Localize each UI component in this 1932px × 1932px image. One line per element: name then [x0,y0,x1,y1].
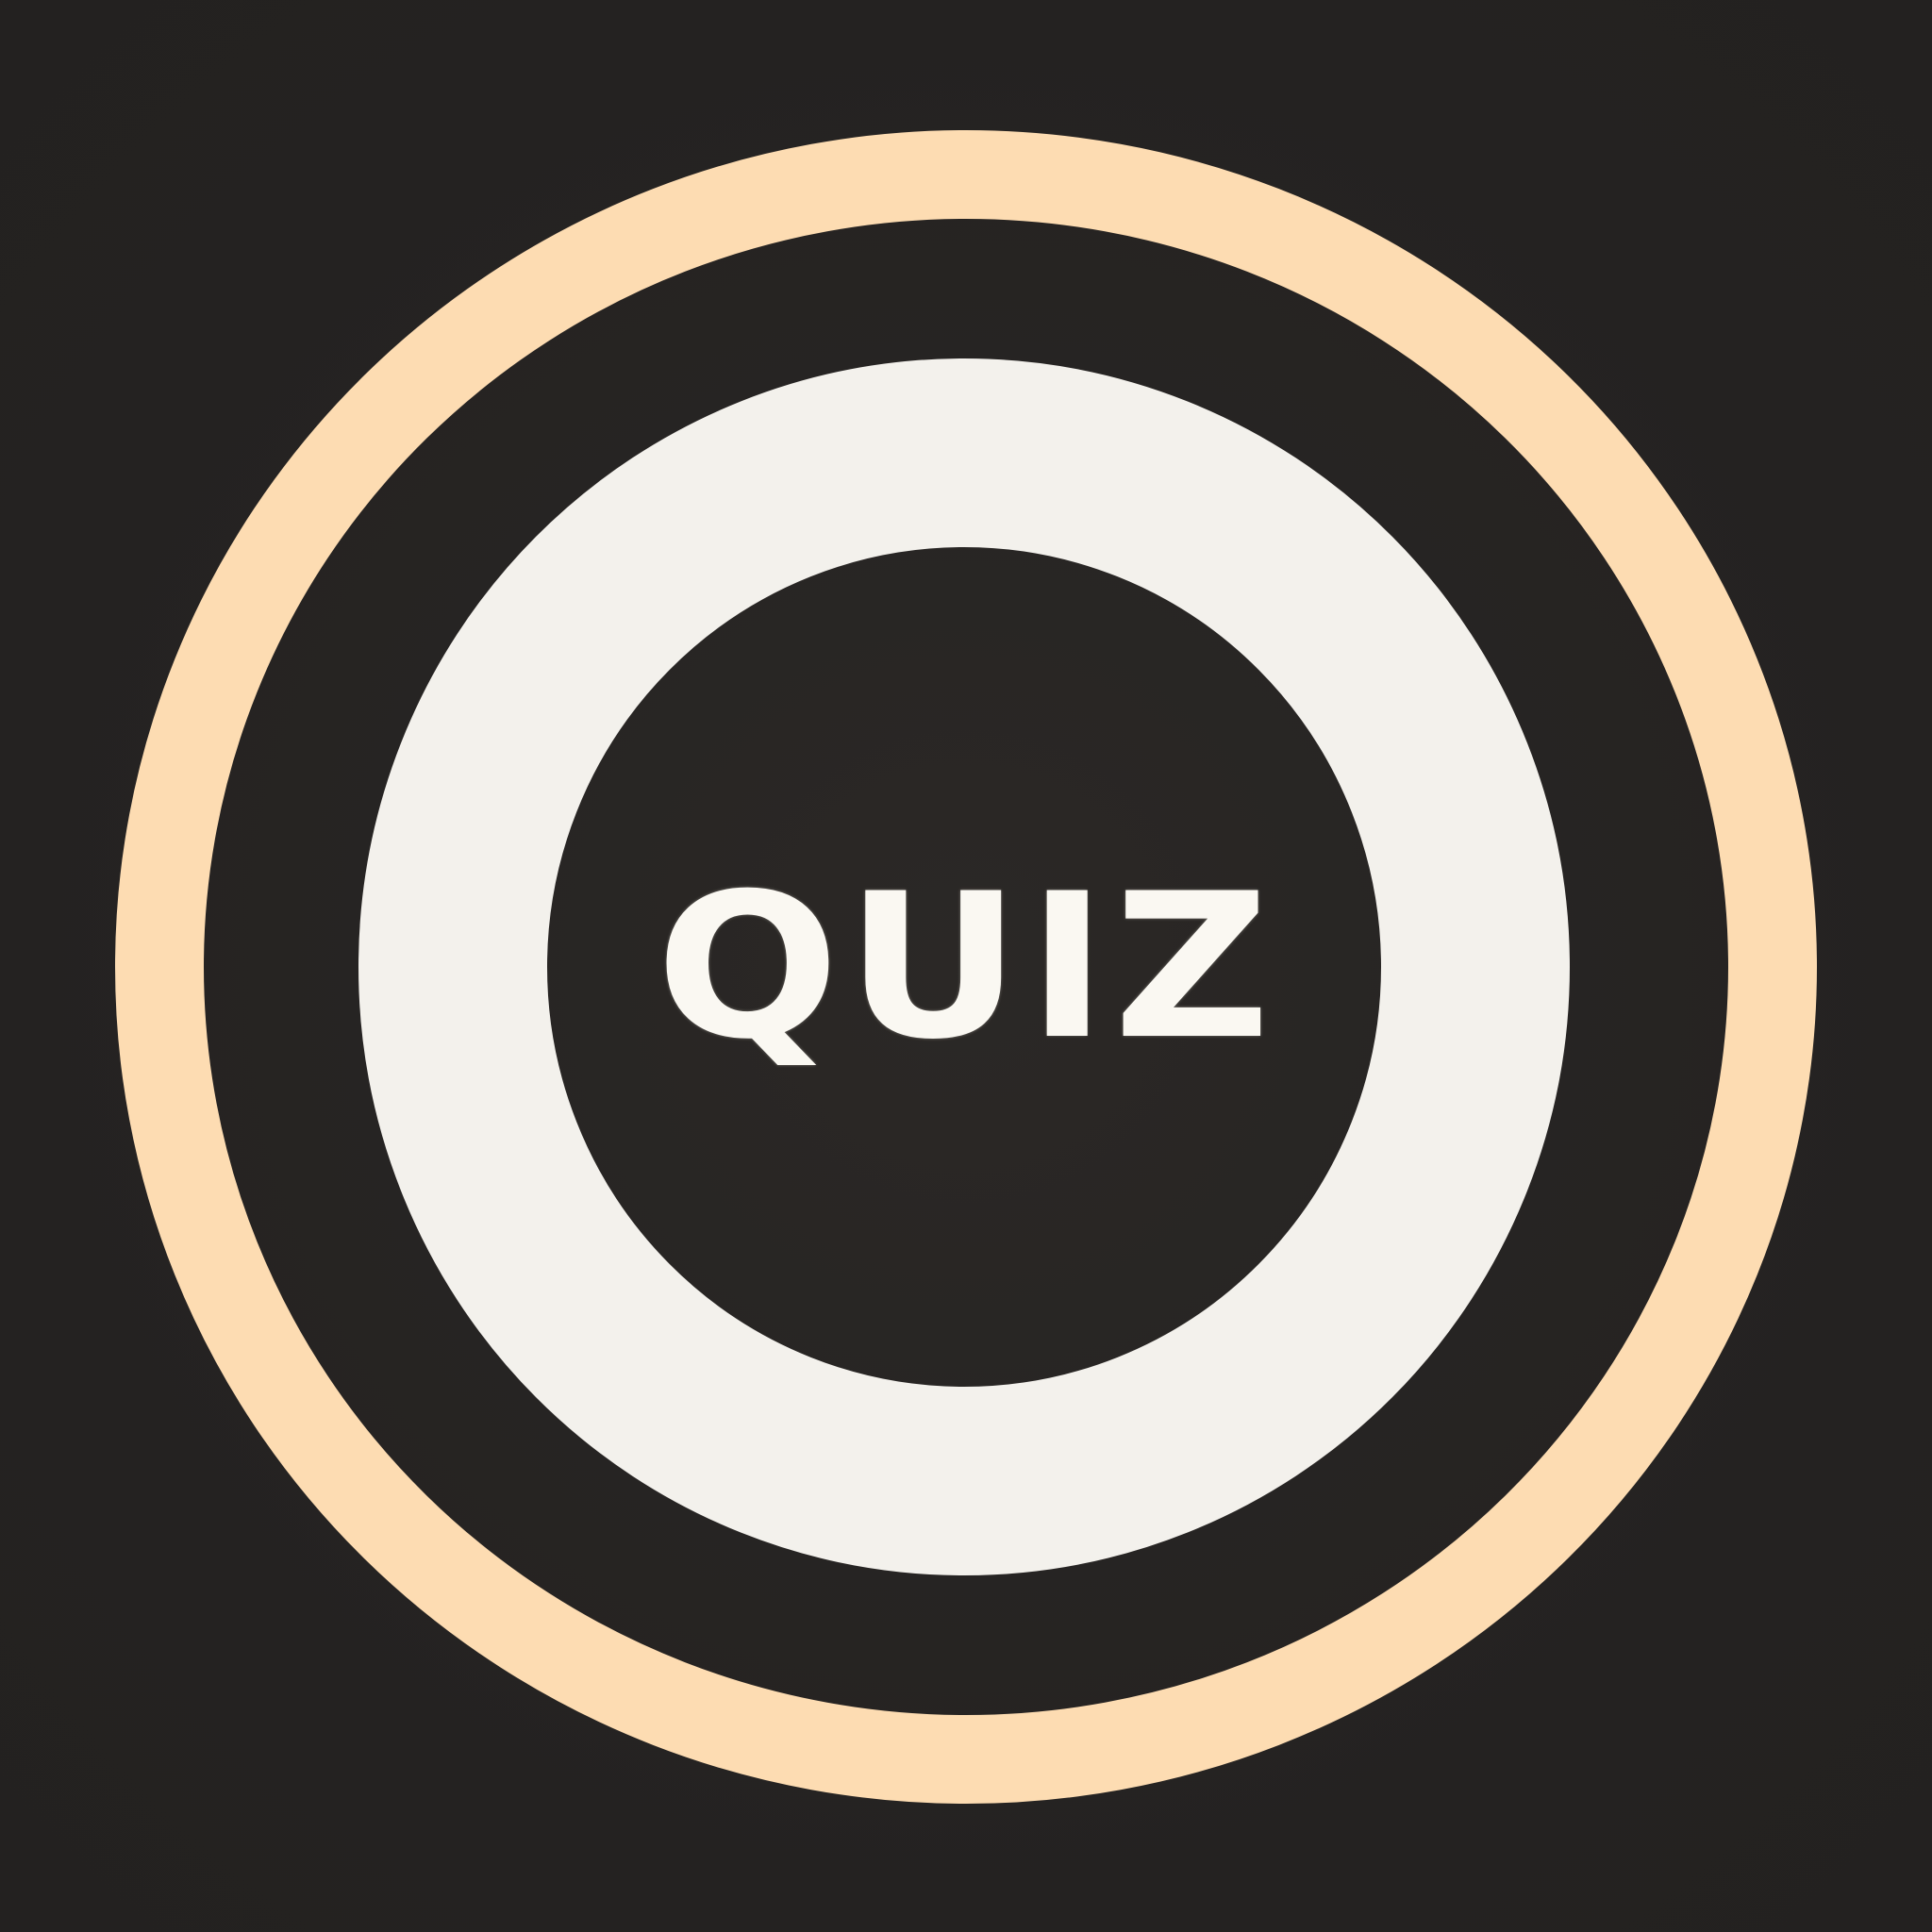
quiz-logo-canvas: QUIZ [0,0,1932,1932]
quiz-wordmark: QUIZ [656,850,1276,1083]
